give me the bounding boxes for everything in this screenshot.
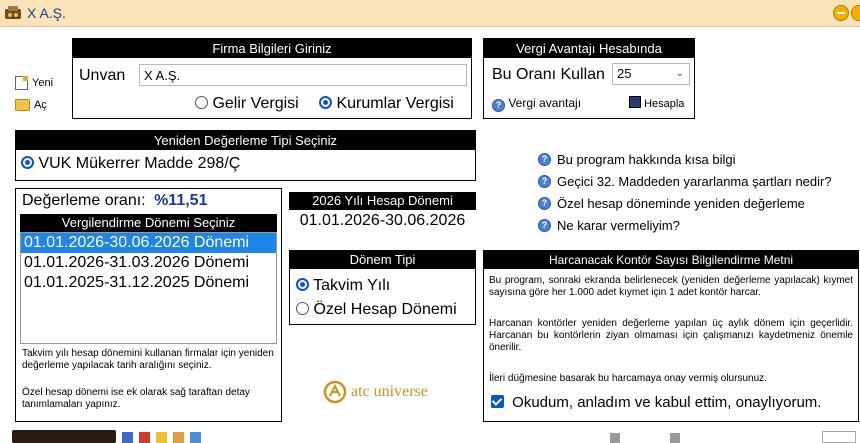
- gelir-radio-label: Gelir Vergisi: [212, 95, 299, 112]
- help-icon: ?: [538, 196, 551, 210]
- period-type-header: Dönem Tipi: [290, 251, 475, 269]
- consent-check-indicator[interactable]: [491, 395, 504, 408]
- credit-info-paragraph: İleri düğmesine basarak bu harcamaya ona…: [489, 373, 767, 384]
- oran-select[interactable]: 25 ⌄: [612, 63, 690, 85]
- question-label: Bu program hakkında kısa bilgi: [557, 151, 736, 167]
- new-button[interactable]: Yeni: [15, 76, 53, 90]
- question-link[interactable]: ? Ne karar vermeliyim?: [538, 216, 832, 234]
- takvim-radio-indicator[interactable]: [296, 278, 309, 291]
- company-info-header: Firma Bilgileri Giriniz: [73, 39, 471, 58]
- accounting-period-box: 2026 Yılı Hesap Dönemi 01.01.2026-30.06.…: [289, 192, 476, 230]
- title-bar: X A.Ş.: [0, 0, 860, 27]
- kurumlar-radio-label: Kurumlar Vergisi: [336, 95, 454, 112]
- kurumlar-vergisi-radio[interactable]: Kurumlar Vergisi: [319, 95, 454, 113]
- question-label: Özel hesap döneminde yeniden değerleme: [557, 195, 805, 211]
- period-type-panel: Dönem Tipi Takvim Yılı Özel Hesap Dönemi: [289, 250, 476, 325]
- takvim-radio-label: Takvim Yılı: [313, 277, 391, 294]
- consent-label: Okudum, anladım ve kabul ettim, onaylıyo…: [512, 394, 822, 411]
- ozel-radio-indicator[interactable]: [296, 302, 309, 315]
- atc-universe-logo: atc universe: [323, 380, 428, 404]
- takvim-yili-radio[interactable]: Takvim Yılı: [296, 277, 390, 295]
- list-item[interactable]: 01.01.2026-31.03.2026 Dönemi: [21, 253, 276, 273]
- degerleme-orani: Değerleme oranı: %11,51: [22, 192, 207, 210]
- degerleme-orani-value: %11,51: [154, 192, 208, 209]
- open-button-label: Aç: [34, 99, 47, 111]
- list-item[interactable]: 01.01.2026-30.06.2026 Dönemi: [21, 233, 276, 253]
- note-takvim: Takvim yılı hesap dönemini kullanan firm…: [22, 348, 274, 371]
- question-label: Geçici 32. Maddeden yararlanma şartları …: [557, 173, 832, 189]
- degerleme-orani-label: Değerleme oranı:: [22, 192, 146, 209]
- atc-bottom-logo: [12, 430, 116, 443]
- list-item[interactable]: 01.01.2025-31.12.2025 Dönemi: [21, 273, 276, 293]
- period-list[interactable]: 01.01.2026-30.06.2026 Dönemi 01.01.2026-…: [20, 232, 277, 344]
- folder-icon: [15, 99, 30, 111]
- question-link[interactable]: ? Geçici 32. Maddeden yararlanma şartları…: [538, 172, 832, 190]
- revaluation-type-header: Yeniden Değerleme Tipi Seçiniz: [16, 131, 475, 150]
- open-button[interactable]: Aç: [15, 99, 47, 111]
- unvan-label: Unvan: [79, 67, 126, 84]
- question-link[interactable]: ? Bu program hakkında kısa bilgi: [538, 150, 832, 168]
- vergi-avantaji-label: Vergi avantajı: [508, 96, 582, 110]
- vuk-radio[interactable]: VUK Mükerrer Madde 298/Ç: [21, 155, 240, 173]
- kurumlar-radio-indicator[interactable]: [319, 96, 332, 109]
- help-icon: ?: [538, 218, 551, 232]
- consent-checkbox[interactable]: Okudum, anladım ve kabul ettim, onaylıyo…: [491, 394, 821, 411]
- folder-icon[interactable]: [173, 432, 184, 443]
- print-icon[interactable]: [139, 432, 150, 443]
- chevron-down-icon: ⌄: [675, 68, 684, 79]
- atc-logo-text: atc universe: [351, 383, 428, 400]
- question-label: Ne karar vermeliyim?: [557, 217, 680, 233]
- oran-select-value: 25: [617, 66, 632, 81]
- nav-icon[interactable]: [610, 433, 620, 443]
- new-document-icon: [15, 76, 28, 90]
- calculator-icon: [629, 96, 641, 108]
- ozel-hesap-radio[interactable]: Özel Hesap Dönemi: [296, 301, 457, 319]
- atc-logo-icon: [323, 380, 347, 404]
- hesapla-button[interactable]: Hesapla: [629, 96, 684, 110]
- vuk-radio-indicator[interactable]: [21, 156, 34, 169]
- accounting-period-header: 2026 Yılı Hesap Dönemi: [289, 192, 476, 210]
- close-button[interactable]: [851, 5, 860, 21]
- accounting-period-value: 01.01.2026-30.06.2026: [299, 212, 466, 229]
- minimize-button[interactable]: [833, 5, 849, 21]
- company-info-panel: Firma Bilgileri Giriniz Unvan Gelir Verg…: [72, 38, 472, 119]
- bottom-toolbar: [0, 428, 860, 443]
- tax-advantage-header: Vergi Avantajı Hesabında: [484, 39, 694, 58]
- revaluation-type-panel: Yeniden Değerleme Tipi Seçiniz VUK Müker…: [15, 130, 476, 181]
- help-icon: ?: [492, 99, 505, 112]
- unvan-input[interactable]: [139, 64, 467, 86]
- valuation-period-panel: Değerleme oranı: %11,51 Vergilendirme Dö…: [15, 188, 282, 422]
- nav-icon[interactable]: [670, 433, 680, 443]
- credit-info-panel: Harcanacak Kontör Sayısı Bilgilendirme M…: [483, 250, 859, 422]
- credit-info-header: Harcanacak Kontör Sayısı Bilgilendirme M…: [484, 251, 858, 269]
- ozel-radio-label: Özel Hesap Dönemi: [313, 301, 457, 318]
- hesapla-label: Hesapla: [644, 98, 685, 110]
- window-title: X A.Ş.: [27, 5, 66, 21]
- vuk-radio-label: VUK Mükerrer Madde 298/Ç: [38, 155, 241, 172]
- help-icon: ?: [538, 174, 551, 188]
- next-button[interactable]: [822, 431, 856, 443]
- period-list-header: Vergilendirme Dönemi Seçiniz: [20, 214, 277, 232]
- oran-label: Bu Oranı Kullan: [492, 66, 605, 83]
- tax-advantage-panel: Vergi Avantajı Hesabında Bu Oranı Kullan…: [483, 38, 695, 119]
- help-questions: ? Bu program hakkında kısa bilgi ? Geçici …: [538, 150, 832, 234]
- credit-info-paragraph: Harcanan kontörler yeniden değerleme yap…: [489, 318, 853, 353]
- new-button-label: Yeni: [32, 77, 54, 89]
- save-icon[interactable]: [122, 432, 133, 443]
- web-icon[interactable]: [190, 432, 201, 443]
- help-icon: ?: [538, 152, 551, 166]
- app-icon: [4, 5, 22, 21]
- question-link[interactable]: ? Özel hesap döneminde yeniden değerleme: [538, 194, 832, 212]
- gelir-vergisi-radio[interactable]: Gelir Vergisi: [195, 95, 299, 113]
- mail-icon[interactable]: [156, 432, 167, 443]
- vergi-avantaji-link[interactable]: ? Vergi avantajı: [492, 96, 581, 112]
- credit-info-paragraph: Bu program, sonraki ekranda belirlenecek…: [489, 275, 853, 298]
- gelir-radio-indicator[interactable]: [195, 96, 208, 109]
- note-ozel: Özel hesap dönemi ise ek olarak sağ tara…: [22, 387, 250, 410]
